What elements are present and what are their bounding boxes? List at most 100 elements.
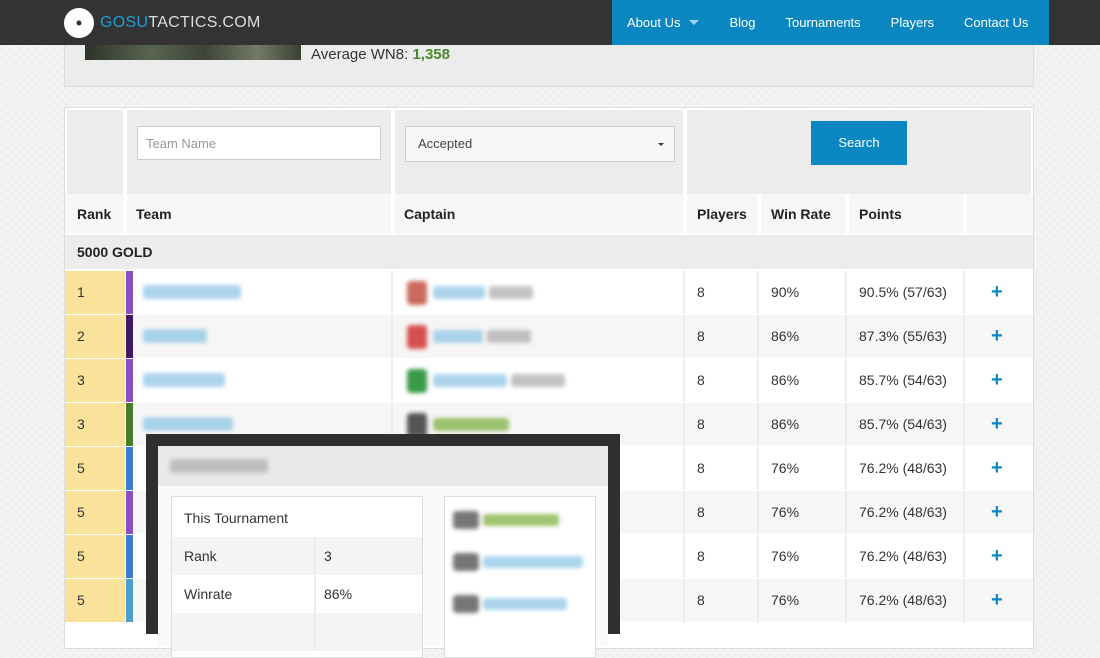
column-header-win-rate[interactable]: Win Rate	[761, 194, 845, 234]
site-logo[interactable]: GOSUTACTICS.COM	[64, 7, 261, 39]
search-button[interactable]: Search	[811, 121, 907, 165]
team-color-strip	[126, 271, 133, 314]
roster-player-name[interactable]	[483, 556, 583, 568]
captain-avatar	[407, 281, 427, 305]
players-cell: 8	[697, 592, 705, 608]
win-rate-cell: 76%	[771, 592, 800, 608]
win-rate-cell: 76%	[771, 548, 800, 564]
team-name-link[interactable]	[143, 285, 241, 299]
expand-plus-icon[interactable]: +	[991, 359, 1003, 402]
win-rate-cell: 90%	[771, 284, 800, 300]
rank-cell: 1	[65, 271, 125, 314]
nav-item-about-us[interactable]: About Us	[612, 0, 714, 45]
roster-player-name[interactable]	[483, 598, 567, 610]
players-cell: 8	[697, 372, 705, 388]
roster-player[interactable]	[453, 591, 593, 617]
chevron-down-icon	[689, 20, 700, 26]
players-cell: 8	[697, 460, 705, 476]
points-cell: 90.5% (57/63)	[859, 284, 947, 300]
stats-value: 3	[324, 548, 332, 564]
average-wn8-value: 1,358	[412, 46, 450, 63]
column-header-points[interactable]: Points	[849, 194, 963, 234]
top-navigation-bar: GOSUTACTICS.COM About Us Blog Tournament…	[0, 0, 1100, 45]
table-row[interactable]: 1 8 90% 90.5% (57/63) +	[65, 271, 1033, 314]
roster-player[interactable]	[453, 549, 593, 575]
average-wn8: Average WN8: 1,358	[311, 46, 450, 63]
team-name-link[interactable]	[143, 417, 233, 431]
points-cell: 76.2% (48/63)	[859, 592, 947, 608]
nav-item-tournaments[interactable]: Tournaments	[771, 0, 876, 45]
nav-item-contact-us[interactable]: Contact Us	[949, 0, 1043, 45]
tournament-stats-box: This Tournament Rank 3 Winrate 86%	[171, 496, 423, 658]
rank-cell: 3	[65, 359, 125, 402]
team-color-strip	[126, 447, 133, 490]
status-select[interactable]: Accepted	[405, 126, 675, 162]
popup-team-name	[170, 459, 268, 473]
expand-plus-icon[interactable]: +	[991, 403, 1003, 446]
column-header-team[interactable]: Team	[127, 194, 391, 234]
team-name-link[interactable]	[143, 373, 225, 387]
table-row[interactable]: 2 8 86% 87.3% (55/63) +	[65, 315, 1033, 358]
expand-plus-icon[interactable]: +	[991, 447, 1003, 490]
captain-name-link[interactable]	[433, 330, 483, 343]
nav-item-blog[interactable]: Blog	[714, 0, 770, 45]
win-rate-cell: 86%	[771, 416, 800, 432]
main-nav: About Us Blog Tournaments Players Contac…	[612, 0, 1049, 45]
win-rate-cell: 76%	[771, 504, 800, 520]
team-summary-panel: Average WN8: 1,358	[64, 45, 1034, 87]
status-select-value: Accepted	[418, 136, 473, 151]
team-details-popup-body: This Tournament Rank 3 Winrate 86%	[158, 446, 608, 658]
players-cell: 8	[697, 284, 705, 300]
nav-item-players[interactable]: Players	[876, 0, 949, 45]
captain-name-link[interactable]	[433, 286, 485, 299]
captain-clan-tag	[487, 330, 531, 343]
stats-label: Winrate	[184, 586, 233, 602]
tank-icon	[453, 553, 479, 571]
team-color-strip	[126, 403, 133, 446]
table-header-row: Rank Team Captain Players Win Rate Point…	[65, 194, 1033, 234]
players-cell: 8	[697, 416, 705, 432]
players-cell: 8	[697, 548, 705, 564]
win-rate-cell: 76%	[771, 460, 800, 476]
captain-name-link[interactable]	[433, 374, 507, 387]
stats-row: Rank 3	[172, 537, 422, 575]
expand-plus-icon[interactable]: +	[991, 535, 1003, 578]
nav-item-label: About Us	[627, 15, 681, 30]
team-color-strip	[126, 359, 133, 402]
expand-plus-icon[interactable]: +	[991, 491, 1003, 534]
rank-cell: 2	[65, 315, 125, 358]
tank-icon	[453, 595, 479, 613]
team-name-link[interactable]	[143, 329, 207, 343]
expand-plus-icon[interactable]: +	[991, 315, 1003, 358]
captain-name-link[interactable]	[433, 418, 509, 431]
points-cell: 85.7% (54/63)	[859, 372, 947, 388]
rank-cell: 5	[65, 447, 125, 490]
group-header-row: 5000 GOLD	[65, 235, 1033, 269]
players-cell: 8	[697, 504, 705, 520]
win-rate-cell: 86%	[771, 328, 800, 344]
dropdown-arrow-icon	[658, 143, 664, 146]
team-name-input[interactable]	[137, 126, 381, 160]
compass-logo-icon	[64, 8, 94, 38]
stats-label: This Tournament	[184, 510, 289, 526]
expand-plus-icon[interactable]: +	[991, 271, 1003, 314]
filter-row: Accepted Search	[65, 108, 1033, 194]
captain-avatar	[407, 369, 427, 393]
stats-label: Rank	[184, 548, 217, 564]
column-header-players[interactable]: Players	[687, 194, 757, 234]
column-header-captain[interactable]: Captain	[395, 194, 683, 234]
stats-row: Winrate 86%	[172, 575, 422, 613]
expand-plus-icon[interactable]: +	[991, 579, 1003, 622]
points-cell: 76.2% (48/63)	[859, 504, 947, 520]
captain-clan-tag	[489, 286, 533, 299]
column-header-rank[interactable]: Rank	[65, 194, 123, 234]
roster-player-name[interactable]	[483, 514, 559, 526]
team-details-popup: This Tournament Rank 3 Winrate 86%	[146, 434, 620, 658]
stats-row	[172, 613, 422, 651]
roster-player[interactable]	[453, 507, 593, 533]
captain-avatar	[407, 325, 427, 349]
captain-clan-tag	[511, 374, 565, 387]
points-cell: 85.7% (54/63)	[859, 416, 947, 432]
site-logo-text: GOSUTACTICS.COM	[100, 14, 261, 31]
table-row[interactable]: 3 8 86% 85.7% (54/63) +	[65, 359, 1033, 402]
